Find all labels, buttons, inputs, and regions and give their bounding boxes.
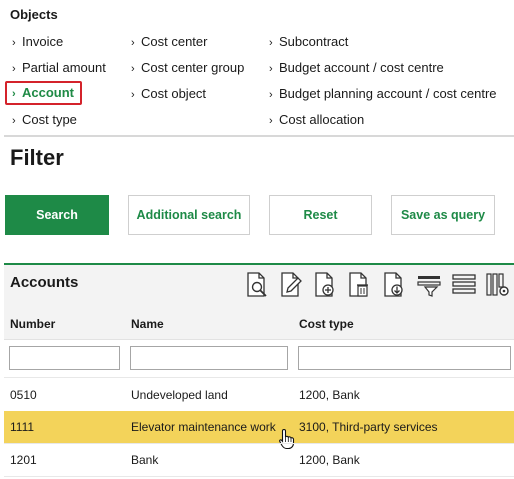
object-link-invoice[interactable]: › Invoice <box>12 34 63 49</box>
object-link-cost-center-group[interactable]: › Cost center group <box>131 60 244 75</box>
chevron-right-icon: › <box>131 63 135 75</box>
column-header-number[interactable]: Number <box>10 317 55 331</box>
edit-icon[interactable] <box>278 271 304 299</box>
cell-number: 1201 <box>10 453 37 467</box>
accounts-title: Accounts <box>10 274 79 291</box>
object-link-label: Cost allocation <box>279 112 365 127</box>
object-link-label: Budget planning account / cost centre <box>279 86 497 101</box>
export-icon[interactable] <box>381 271 407 299</box>
object-link-label: Partial amount <box>22 60 106 75</box>
cell-cost-type: 3100, Third-party services <box>299 420 438 434</box>
cell-name: Elevator maintenance work <box>131 420 276 434</box>
object-link-label: Cost object <box>141 86 207 101</box>
object-link-cost-object[interactable]: › Cost object <box>131 86 206 101</box>
object-link-partial-amount[interactable]: › Partial amount <box>12 60 106 75</box>
chevron-right-icon: › <box>269 37 273 49</box>
chevron-right-icon: › <box>269 63 273 75</box>
chevron-right-icon: › <box>12 88 16 100</box>
cell-cost-type: 1200, Bank <box>299 388 360 402</box>
row-divider <box>4 377 514 378</box>
cell-cost-type: 1200, Bank <box>299 453 360 467</box>
object-link-cost-type[interactable]: › Cost type <box>12 112 77 127</box>
chevron-right-icon: › <box>269 89 273 101</box>
object-link-label: Cost type <box>22 112 77 127</box>
row-divider <box>4 476 514 477</box>
filter-rows-icon[interactable] <box>416 271 442 299</box>
object-link-label: Subcontract <box>279 34 349 49</box>
row-layout-icon[interactable] <box>451 271 477 299</box>
cell-name: Undeveloped land <box>131 388 228 402</box>
cell-number: 1111 <box>10 420 35 434</box>
chevron-right-icon: › <box>12 63 16 75</box>
number-filter-input[interactable] <box>9 346 120 370</box>
object-link-label: Cost center group <box>141 60 245 75</box>
column-header-name[interactable]: Name <box>131 317 164 331</box>
chevron-right-icon: › <box>131 37 135 49</box>
object-link-budget-account[interactable]: › Budget account / cost centre <box>269 60 444 75</box>
name-filter-input[interactable] <box>130 346 288 370</box>
new-icon[interactable] <box>312 271 338 299</box>
reset-button[interactable]: Reset <box>269 195 372 235</box>
table-row-selected[interactable]: 1111 Elevator maintenance work 3100, Thi… <box>4 411 514 450</box>
column-header-cost-type[interactable]: Cost type <box>299 317 354 331</box>
object-link-account[interactable]: › Account <box>5 81 82 105</box>
object-link-label: Invoice <box>22 34 64 49</box>
object-link-label: Budget account / cost centre <box>279 60 444 75</box>
chevron-right-icon: › <box>131 89 135 101</box>
objects-separator <box>4 135 514 137</box>
object-link-cost-allocation[interactable]: › Cost allocation <box>269 112 364 127</box>
save-as-query-button[interactable]: Save as query <box>391 195 495 235</box>
table-row[interactable]: 0510 Undeveloped land 1200, Bank <box>4 379 514 411</box>
object-link-cost-center[interactable]: › Cost center <box>131 34 207 49</box>
column-header-divider <box>4 339 514 340</box>
delete-icon[interactable] <box>346 271 372 299</box>
cell-name: Bank <box>131 453 159 467</box>
chevron-right-icon: › <box>269 115 273 127</box>
preview-icon[interactable] <box>244 271 270 299</box>
objects-title: Objects <box>10 7 58 22</box>
cell-number: 0510 <box>10 388 37 402</box>
object-link-budget-planning-account[interactable]: › Budget planning account / cost centre <box>269 86 497 101</box>
cost-type-filter-input[interactable] <box>298 346 511 370</box>
chevron-right-icon: › <box>12 115 16 127</box>
filter-title: Filter <box>10 145 64 170</box>
column-header-row <box>4 303 514 339</box>
object-link-label: Cost center <box>141 34 208 49</box>
search-button[interactable]: Search <box>5 195 109 235</box>
object-link-subcontract[interactable]: › Subcontract <box>269 34 348 49</box>
column-settings-icon[interactable] <box>485 271 511 299</box>
object-link-label: Account <box>22 85 74 100</box>
additional-search-button[interactable]: Additional search <box>128 195 250 235</box>
chevron-right-icon: › <box>12 37 16 49</box>
table-row[interactable]: 1201 Bank 1200, Bank <box>4 444 514 476</box>
